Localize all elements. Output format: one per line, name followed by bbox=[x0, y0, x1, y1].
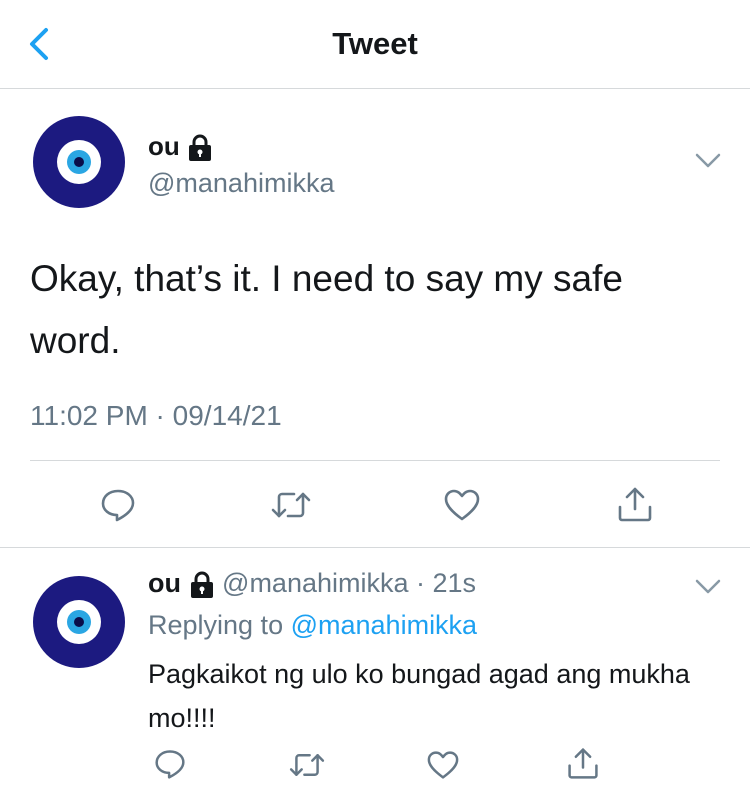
heart-icon[interactable] bbox=[426, 750, 460, 780]
tweet-text: Okay, that’s it. I need to say my safe w… bbox=[30, 258, 623, 361]
chevron-down-icon[interactable] bbox=[694, 578, 722, 596]
top-bar: Tweet bbox=[0, 0, 750, 89]
heart-icon[interactable] bbox=[443, 488, 481, 522]
retweet-icon[interactable] bbox=[270, 488, 312, 522]
reply-handle[interactable]: @manahimikka bbox=[222, 568, 408, 598]
tweet-author-name[interactable]: ou bbox=[148, 131, 213, 162]
share-icon[interactable] bbox=[566, 746, 600, 780]
display-name[interactable]: ou bbox=[148, 131, 180, 161]
tweet-timestamp[interactable]: 11:02 PM · 09/14/21 bbox=[30, 400, 282, 432]
lock-icon bbox=[190, 571, 213, 598]
retweet-icon[interactable] bbox=[288, 750, 326, 780]
page-title: Tweet bbox=[332, 26, 418, 61]
replying-to-mention[interactable]: @manahimikka bbox=[291, 610, 477, 640]
replying-to-label: Replying to bbox=[148, 610, 284, 640]
share-icon[interactable] bbox=[616, 485, 654, 523]
tweet-author-handle[interactable]: @manahimikka bbox=[148, 168, 334, 199]
chevron-down-icon[interactable] bbox=[694, 152, 722, 170]
reply-text: Pagkaikot ng ulo ko bungad agad ang mukh… bbox=[148, 659, 690, 733]
divider bbox=[30, 460, 720, 461]
comment-icon[interactable] bbox=[154, 748, 186, 780]
reply-header: ou @manahimikka · 21s bbox=[148, 568, 476, 599]
avatar[interactable] bbox=[33, 576, 125, 668]
replying-to: Replying to @manahimikka bbox=[148, 610, 477, 641]
divider bbox=[0, 547, 750, 548]
avatar[interactable] bbox=[33, 116, 125, 208]
comment-icon[interactable] bbox=[100, 487, 136, 523]
reply-display-name[interactable]: ou bbox=[148, 568, 181, 598]
reply-time: · 21s bbox=[416, 568, 477, 598]
lock-icon bbox=[189, 134, 211, 162]
